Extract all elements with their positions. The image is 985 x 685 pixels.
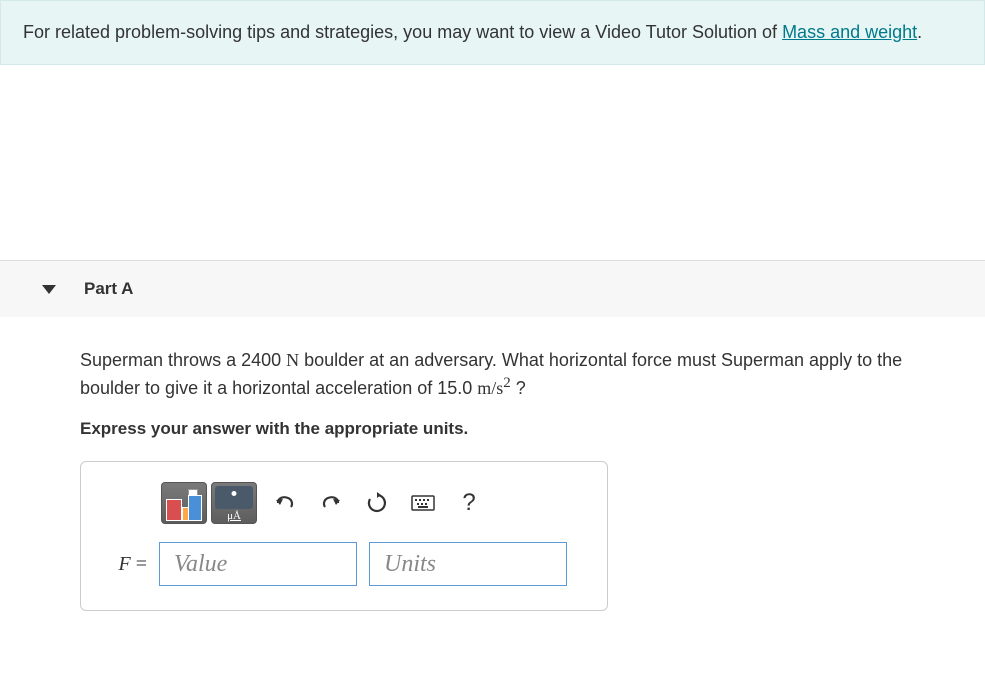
symbols-button[interactable]: μÅ xyxy=(211,482,257,524)
part-body: Superman throws a 2400 N boulder at an a… xyxy=(0,317,985,631)
keyboard-button[interactable] xyxy=(405,485,441,521)
undo-button[interactable] xyxy=(267,485,303,521)
equals-sign: = xyxy=(131,553,147,575)
units-input[interactable] xyxy=(369,542,567,586)
variable-label: F = xyxy=(103,553,147,576)
q-seg-3: ? xyxy=(511,378,526,398)
toolbar: μÅ xyxy=(103,482,585,524)
q-unit-2: m/s xyxy=(477,378,503,398)
part-header[interactable]: Part A xyxy=(0,260,985,317)
tips-text-prefix: For related problem-solving tips and str… xyxy=(23,22,782,42)
reset-button[interactable] xyxy=(359,485,395,521)
q-unit-1: N xyxy=(286,350,299,370)
input-row: F = xyxy=(103,542,585,586)
answer-instruction: Express your answer with the appropriate… xyxy=(80,419,955,439)
spacer xyxy=(0,65,985,260)
question-text: Superman throws a 2400 N boulder at an a… xyxy=(80,347,955,401)
q-seg-1: Superman throws a 2400 xyxy=(80,350,286,370)
variable-symbol: F xyxy=(119,553,131,575)
caret-down-icon xyxy=(42,285,56,294)
reset-icon xyxy=(366,492,388,514)
tips-text-suffix: . xyxy=(917,22,922,42)
tool-group: μÅ xyxy=(161,482,257,524)
tips-banner: For related problem-solving tips and str… xyxy=(0,0,985,65)
help-button[interactable]: ? xyxy=(451,485,487,521)
q-exp: 2 xyxy=(503,375,511,391)
redo-button[interactable] xyxy=(313,485,349,521)
templates-button[interactable] xyxy=(161,482,207,524)
part-label: Part A xyxy=(84,279,133,299)
symbols-label: μÅ xyxy=(212,510,256,522)
answer-box: μÅ xyxy=(80,461,608,611)
keyboard-icon xyxy=(411,495,435,511)
help-icon: ? xyxy=(462,489,475,517)
value-input[interactable] xyxy=(159,542,357,586)
undo-icon xyxy=(274,493,296,513)
redo-icon xyxy=(320,493,342,513)
video-tutor-link[interactable]: Mass and weight xyxy=(782,22,917,42)
